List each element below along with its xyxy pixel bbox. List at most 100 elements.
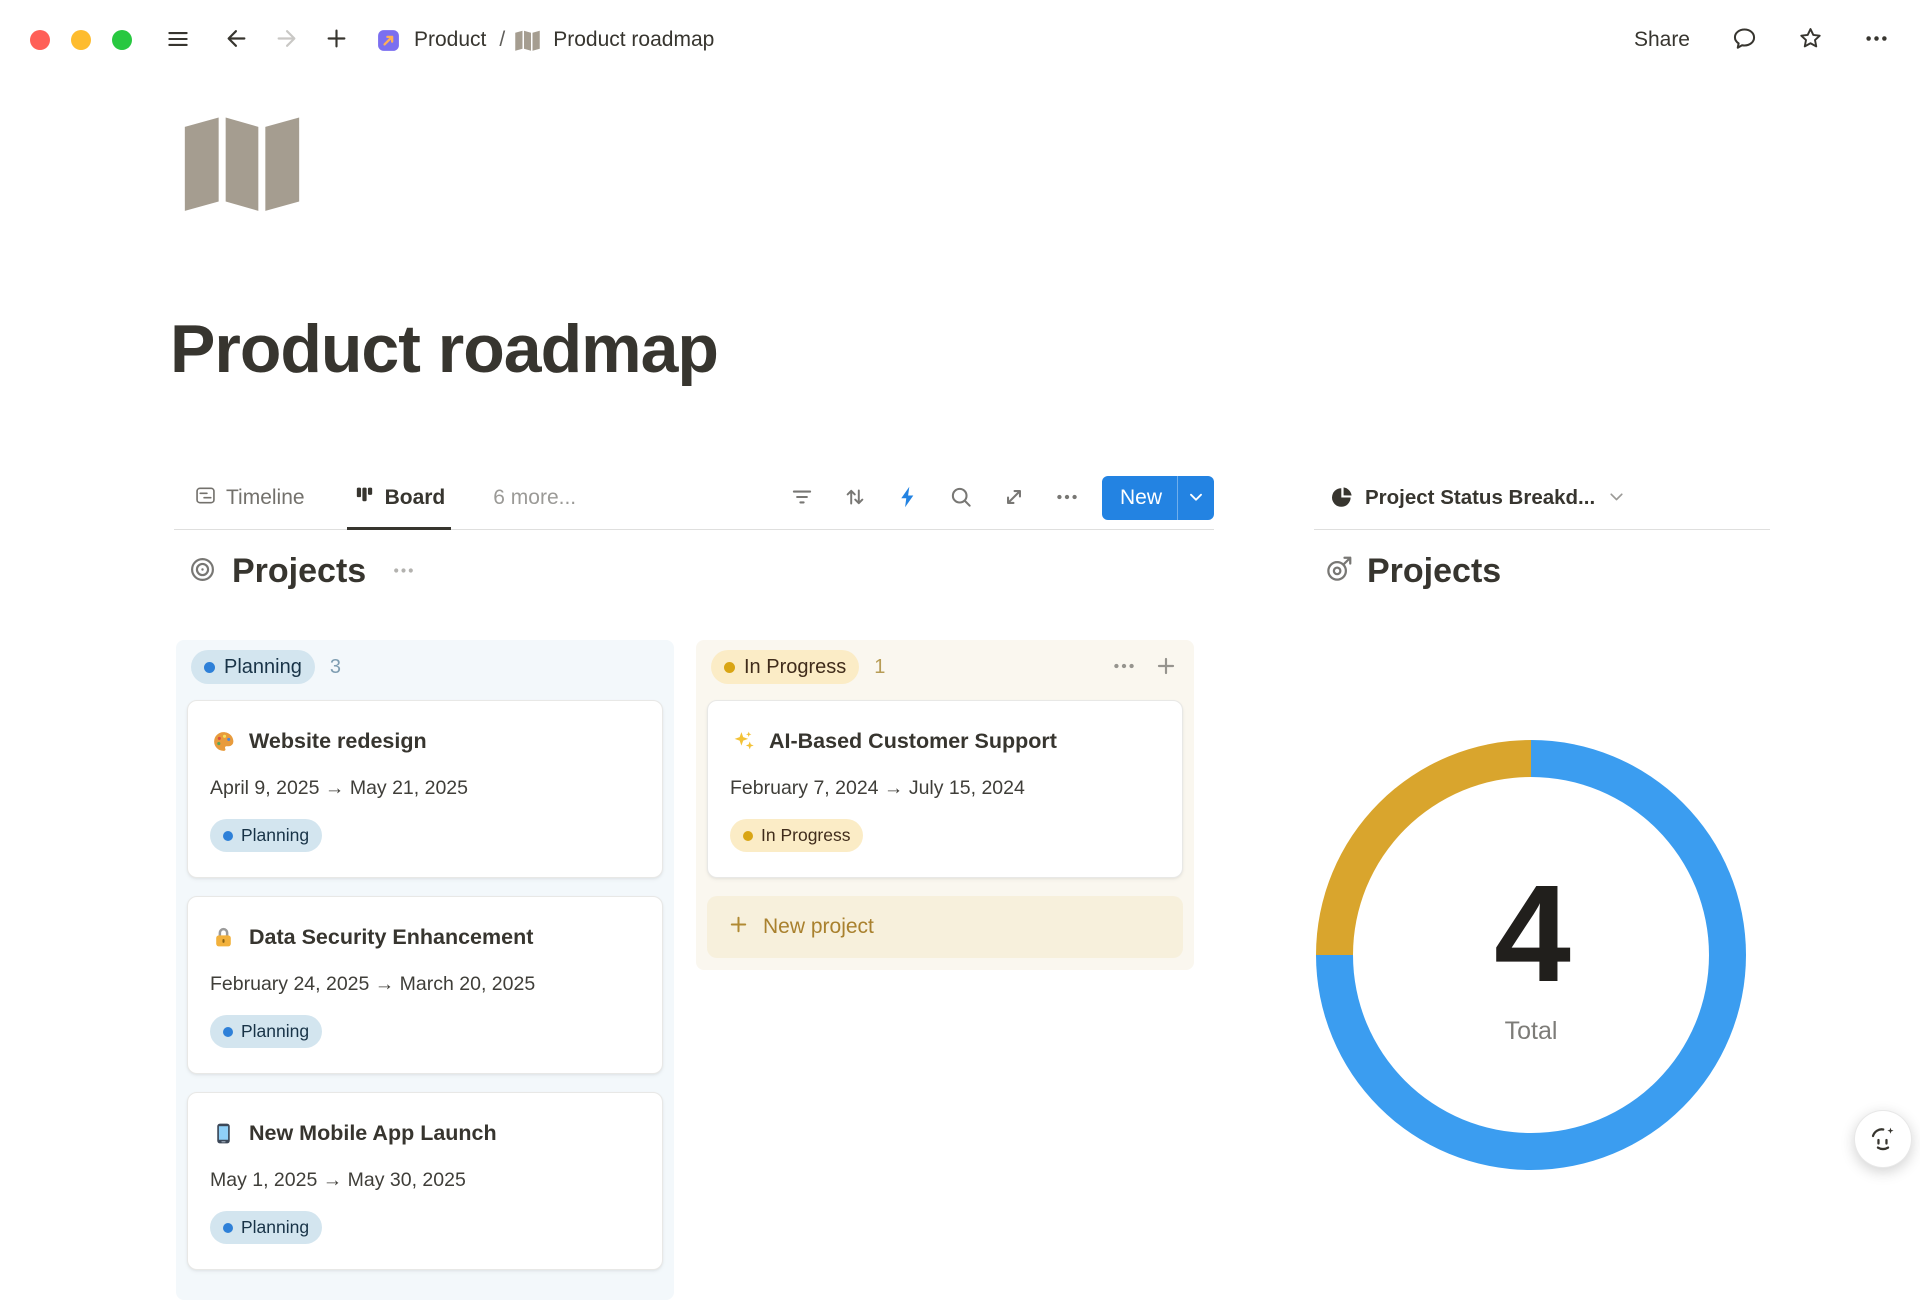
expand-button[interactable] bbox=[1001, 485, 1027, 511]
page-icon[interactable] bbox=[182, 114, 302, 215]
traffic-lights bbox=[30, 30, 132, 50]
map-icon bbox=[515, 30, 540, 51]
ellipsis-icon bbox=[391, 558, 416, 586]
ellipsis-icon bbox=[1054, 484, 1080, 513]
new-page-button[interactable] bbox=[318, 22, 354, 58]
topbar-actions: Share bbox=[1628, 22, 1894, 58]
donut-total-label: Total bbox=[1505, 1017, 1558, 1046]
status-tag: Planning bbox=[210, 1015, 322, 1048]
view-tabs-row: Timeline Board 6 more... bbox=[174, 466, 1214, 530]
status-tag: In Progress bbox=[730, 819, 863, 852]
new-button-group: New bbox=[1102, 476, 1214, 520]
card-website-redesign[interactable]: Website redesign April 9, 2025 → May 21,… bbox=[187, 700, 663, 878]
sort-button[interactable] bbox=[842, 485, 868, 511]
board-section-options-button[interactable] bbox=[391, 558, 416, 586]
ai-button[interactable] bbox=[1854, 1110, 1912, 1168]
tab-board[interactable]: Board bbox=[347, 466, 452, 530]
board-section-title: Projects bbox=[232, 552, 366, 591]
plus-icon bbox=[323, 25, 350, 55]
status-breakdown-header[interactable]: Project Status Breakd... bbox=[1330, 474, 1627, 522]
arrow-right-icon bbox=[273, 25, 300, 55]
target-icon bbox=[188, 555, 217, 589]
sparkles-icon bbox=[730, 728, 756, 754]
donut-arrow-icon bbox=[1324, 554, 1354, 589]
panel-section-title: Projects bbox=[1367, 552, 1501, 591]
view-toolbar bbox=[789, 485, 1080, 511]
breadcrumb-root[interactable]: Product bbox=[411, 26, 489, 54]
status-dot-blue bbox=[223, 1223, 233, 1233]
more-views-button[interactable]: 6 more... bbox=[487, 485, 582, 511]
share-button[interactable]: Share bbox=[1628, 27, 1696, 53]
board-section-head: Projects bbox=[188, 552, 416, 591]
zoom-window-button[interactable] bbox=[112, 30, 132, 50]
column-header: In Progress 1 bbox=[707, 648, 1183, 686]
sidebar-toggle-button[interactable] bbox=[160, 22, 196, 58]
search-button[interactable] bbox=[948, 485, 974, 511]
card-data-security-enhancement[interactable]: Data Security Enhancement February 24, 2… bbox=[187, 896, 663, 1074]
column-header: Planning 3 bbox=[187, 648, 663, 686]
new-project-button[interactable]: New project bbox=[707, 896, 1183, 958]
view-options-button[interactable] bbox=[1054, 485, 1080, 511]
breadcrumb-current[interactable]: Product roadmap bbox=[550, 26, 717, 54]
card-dates: February 7, 2024 → July 15, 2024 bbox=[730, 775, 1160, 801]
column-add-card-button[interactable] bbox=[1153, 653, 1179, 682]
comment-icon bbox=[1731, 25, 1758, 55]
card-dates: February 24, 2025 → March 20, 2025 bbox=[210, 971, 640, 997]
status-dot-yellow bbox=[743, 831, 753, 841]
column-count: 3 bbox=[330, 656, 341, 679]
back-button[interactable] bbox=[218, 22, 254, 58]
new-button[interactable]: New bbox=[1102, 486, 1177, 510]
star-icon bbox=[1797, 25, 1824, 55]
panel-title: Project Status Breakd... bbox=[1365, 486, 1595, 510]
card-title: Website redesign bbox=[249, 726, 427, 756]
page-options-button[interactable] bbox=[1858, 22, 1894, 58]
panel-section-head: Projects bbox=[1324, 552, 1501, 591]
window-topbar: Product / Product roadmap Share bbox=[0, 0, 1920, 80]
lock-icon bbox=[210, 924, 236, 950]
status-dot-blue bbox=[204, 662, 215, 673]
sort-icon bbox=[842, 484, 868, 513]
status-pill-planning[interactable]: Planning bbox=[191, 650, 315, 684]
card-dates: May 1, 2025 → May 30, 2025 bbox=[210, 1167, 640, 1193]
folded-map-icon bbox=[182, 200, 302, 215]
panel-divider bbox=[1314, 529, 1770, 530]
forward-button[interactable] bbox=[268, 22, 304, 58]
timeline-view-icon bbox=[194, 484, 217, 513]
card-ai-based-customer-support[interactable]: AI-Based Customer Support February 7, 20… bbox=[707, 700, 1183, 878]
card-title: New Mobile App Launch bbox=[249, 1118, 497, 1148]
comments-button[interactable] bbox=[1726, 22, 1762, 58]
expand-diagonal-icon bbox=[1001, 484, 1027, 513]
phone-icon bbox=[210, 1120, 236, 1146]
card-title: Data Security Enhancement bbox=[249, 922, 533, 952]
column-planning: Planning 3 Website redesign April 9, 202… bbox=[176, 640, 674, 1300]
product-page-icon bbox=[376, 28, 401, 53]
filter-button[interactable] bbox=[789, 485, 815, 511]
status-dot-blue bbox=[223, 831, 233, 841]
automations-button[interactable] bbox=[895, 485, 921, 511]
chevron-down-icon bbox=[1185, 486, 1207, 511]
column-options-button[interactable] bbox=[1111, 653, 1137, 682]
card-new-mobile-app-launch[interactable]: New Mobile App Launch May 1, 2025 → May … bbox=[187, 1092, 663, 1270]
page-title[interactable]: Product roadmap bbox=[170, 310, 718, 388]
status-donut: 4 Total bbox=[1316, 740, 1746, 1170]
status-dot-yellow bbox=[724, 662, 735, 673]
minimize-window-button[interactable] bbox=[71, 30, 91, 50]
breadcrumb: Product / Product roadmap bbox=[376, 26, 717, 54]
new-dropdown-button[interactable] bbox=[1178, 476, 1214, 520]
hamburger-icon bbox=[165, 26, 191, 55]
palette-icon bbox=[210, 728, 236, 754]
donut-hole: 4 Total bbox=[1353, 777, 1709, 1133]
column-count: 1 bbox=[874, 656, 885, 679]
search-icon bbox=[948, 484, 974, 513]
board-columns: Planning 3 Website redesign April 9, 202… bbox=[176, 640, 1194, 1300]
tab-timeline[interactable]: Timeline bbox=[188, 466, 311, 530]
ellipsis-icon bbox=[1863, 25, 1890, 55]
close-window-button[interactable] bbox=[30, 30, 50, 50]
plus-icon bbox=[727, 913, 750, 942]
status-tag: Planning bbox=[210, 1211, 322, 1244]
arrow-left-icon bbox=[223, 25, 250, 55]
column-in-progress: In Progress 1 AI-Based Customer bbox=[696, 640, 1194, 970]
favorite-button[interactable] bbox=[1792, 22, 1828, 58]
status-pill-in-progress[interactable]: In Progress bbox=[711, 650, 859, 684]
filter-icon bbox=[789, 484, 815, 513]
